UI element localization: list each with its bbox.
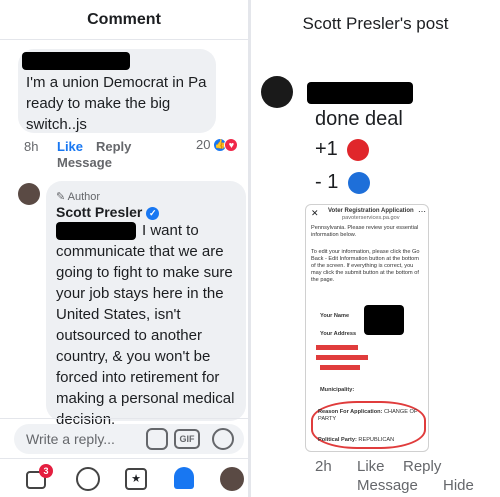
hide-button[interactable]: Hide — [443, 477, 474, 494]
comment-text: I'm a union Democrat in Pa ready to make… — [26, 74, 207, 133]
like-button[interactable]: Like — [57, 139, 83, 154]
red-circle-icon — [347, 138, 370, 161]
blue-circle-icon — [347, 171, 370, 194]
more-icon: ⋯ — [418, 207, 426, 216]
close-icon: ✕ — [311, 208, 319, 218]
comment-line-1: done deal — [315, 108, 403, 130]
comment-thread-panel: Comment I'm a union Democrat in Pa ready… — [0, 0, 248, 497]
reason-label: Reason For Application: CHANGE OF PARTY — [318, 409, 418, 422]
redacted-name — [22, 52, 130, 70]
tab-bell[interactable] — [172, 467, 196, 491]
form-intro: Pennsylvania. Please review your essenti… — [311, 225, 419, 238]
redacted-mention — [56, 222, 136, 240]
reply-placeholder: Write a reply... — [26, 431, 115, 447]
tab-notifications-feed[interactable]: 3 — [24, 464, 53, 491]
avatar[interactable] — [261, 76, 293, 108]
profile-icon — [76, 467, 100, 491]
redacted-address-line — [316, 355, 368, 360]
author-name[interactable]: Scott Presler ✓ — [56, 204, 160, 220]
sticker-icon[interactable] — [146, 428, 168, 450]
bottom-tab-bar: 3 ★ — [0, 458, 248, 497]
love-reaction-icon: ♥ — [224, 137, 239, 152]
comment-text-line1: I want to — [142, 222, 199, 239]
your-name-label: Your Name — [320, 313, 350, 319]
tab-pages[interactable]: ★ — [124, 467, 148, 491]
message-button[interactable]: Message — [57, 155, 112, 170]
verified-badge-icon: ✓ — [146, 206, 160, 220]
reply-button[interactable]: Reply — [403, 458, 441, 475]
reply-input[interactable]: Write a reply... GIF — [14, 424, 244, 454]
bell-icon — [174, 467, 194, 489]
comment-time: 2h — [315, 458, 332, 475]
post-panel: Scott Presler's post done deal +1 - 1 ✕ … — [251, 0, 500, 497]
reaction-summary[interactable]: 20 👍 ♥ — [196, 137, 239, 152]
redacted-address-line — [320, 365, 360, 370]
comment-line-3: - 1 — [315, 171, 370, 194]
voter-registration-screenshot[interactable]: ✕ Voter Registration Application pavoter… — [305, 204, 429, 452]
comment-text: communicate that we are going to fight t… — [56, 243, 235, 428]
page-title: Comment — [0, 0, 248, 40]
form-title: Voter Registration Application — [328, 208, 414, 214]
comment-line-2: +1 — [315, 138, 370, 161]
redacted-address-line — [316, 345, 358, 350]
redacted-name — [364, 305, 404, 335]
tab-menu[interactable] — [220, 467, 244, 491]
page-title: Scott Presler's post — [302, 14, 449, 33]
tab-profile[interactable] — [76, 467, 100, 491]
form-url: pavoterservices.pa.gov — [342, 215, 400, 221]
avatar — [220, 467, 244, 491]
gif-icon[interactable]: GIF — [174, 429, 200, 449]
like-button[interactable]: Like — [357, 458, 385, 475]
avatar[interactable] — [18, 183, 40, 205]
form-instructions: To edit your information, please click t… — [311, 249, 420, 283]
municipality-label: Municipality: — [320, 387, 355, 393]
redacted-name — [307, 82, 413, 104]
your-address-label: Your Address — [320, 331, 357, 337]
reply-button[interactable]: Reply — [96, 139, 131, 154]
comment-time: 8h — [24, 139, 39, 154]
notification-badge: 3 — [39, 464, 53, 478]
message-button[interactable]: Message — [357, 477, 418, 494]
emoji-icon[interactable] — [212, 428, 234, 450]
reply-composer: Write a reply... GIF — [0, 418, 248, 458]
party-label: Political Party: REPUBLICAN — [318, 437, 395, 443]
pencil-icon: ✎ — [56, 191, 66, 203]
author-badge: ✎ Author — [56, 191, 101, 203]
reaction-count: 20 — [196, 137, 211, 152]
star-icon: ★ — [125, 468, 147, 490]
